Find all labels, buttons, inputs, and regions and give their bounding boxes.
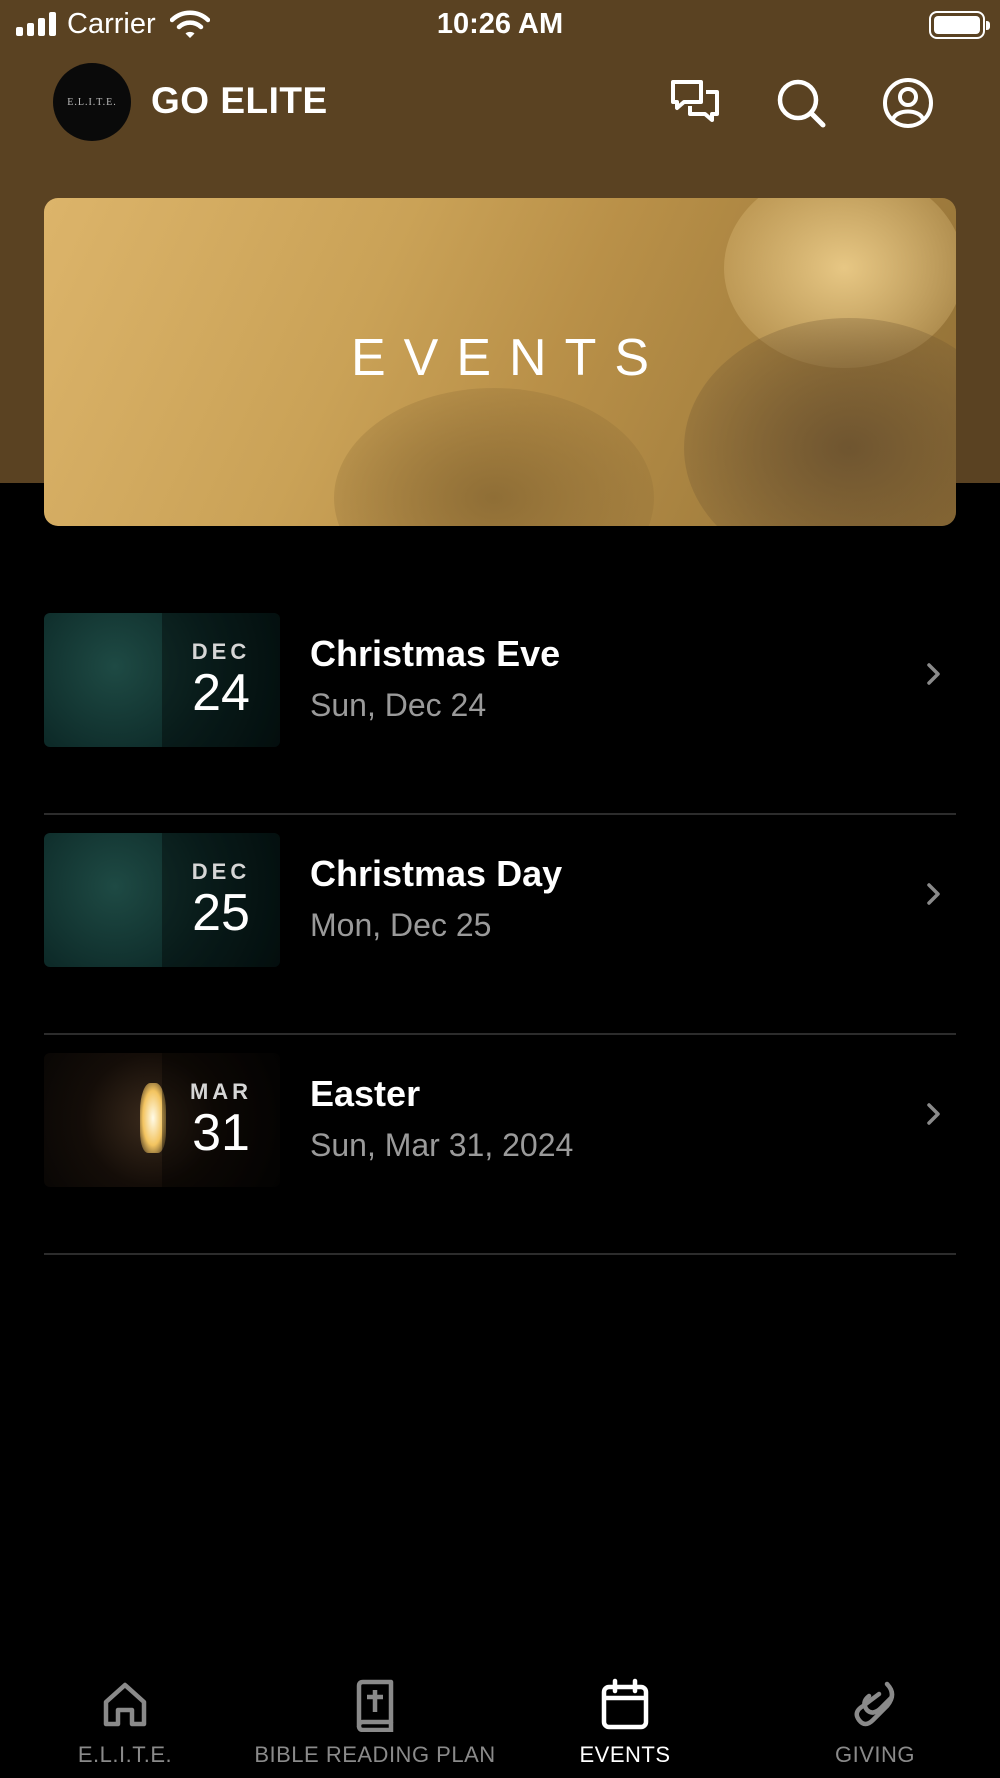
tab-elite[interactable]: E.L.I.T.E. (0, 1660, 250, 1778)
event-date: Mon, Dec 25 (310, 907, 492, 943)
event-date: Sun, Mar 31, 2024 (310, 1127, 574, 1163)
event-thumbnail: DEC 24 (44, 613, 280, 747)
event-row-christmas-eve[interactable]: DEC 24 Christmas Eve Sun, Dec 24 (44, 595, 956, 815)
giving-icon (854, 1681, 895, 1727)
chevron-right-icon (927, 883, 940, 905)
event-title: Christmas Eve (310, 633, 561, 674)
event-row-easter[interactable]: MAR 31 Easter Sun, Mar 31, 2024 (44, 1035, 956, 1255)
events-banner: EVENTS (44, 198, 956, 526)
event-day: 31 (192, 1104, 250, 1162)
event-month: DEC (191, 859, 251, 884)
event-title: Easter (310, 1073, 421, 1114)
chevron-right-icon (927, 1103, 940, 1125)
battery-icon (929, 11, 990, 39)
event-date-badge: DEC 24 (162, 613, 280, 747)
event-title: Christmas Day (310, 853, 563, 894)
tab-label: GIVING (834, 1742, 915, 1767)
event-date-badge: MAR 31 (162, 1053, 280, 1187)
status-time: 10:26 AM (436, 8, 564, 40)
tab-giving[interactable]: GIVING (750, 1660, 1000, 1778)
app-logo[interactable]: E.L.I.T.E. (53, 63, 131, 141)
tab-label: E.L.I.T.E. (77, 1742, 173, 1767)
search-icon[interactable] (774, 76, 828, 130)
home-icon (103, 1682, 147, 1727)
event-day: 24 (192, 664, 250, 722)
tab-label: BIBLE READING PLAN (254, 1742, 496, 1767)
bible-icon (356, 1679, 394, 1732)
status-bar: Carrier 10:26 AM (0, 0, 1000, 50)
chat-icon[interactable] (668, 76, 722, 130)
banner-title: EVENTS (350, 329, 668, 387)
logo-text: E.L.I.T.E. (67, 96, 117, 108)
app-title: GO ELITE (151, 80, 328, 121)
event-thumbnail: DEC 25 (44, 833, 280, 967)
event-month: DEC (191, 639, 251, 664)
chevron-right-icon (927, 663, 940, 685)
profile-icon[interactable] (881, 76, 935, 130)
event-thumbnail: MAR 31 (44, 1053, 280, 1187)
tab-bar: E.L.I.T.E. BIBLE READING PLAN EVENTS GIV… (0, 1660, 1000, 1778)
tab-label: EVENTS (579, 1742, 671, 1767)
calendar-icon (601, 1678, 649, 1730)
event-month: MAR (189, 1079, 253, 1104)
event-date-badge: DEC 25 (162, 833, 280, 967)
event-list: DEC 24 Christmas Eve Sun, Dec 24 DEC 25 … (44, 595, 956, 1255)
event-row-christmas-day[interactable]: DEC 25 Christmas Day Mon, Dec 25 (44, 815, 956, 1035)
event-day: 25 (192, 884, 250, 942)
tab-events[interactable]: EVENTS (500, 1660, 750, 1778)
event-date: Sun, Dec 24 (310, 687, 487, 723)
tab-bible-reading-plan[interactable]: BIBLE READING PLAN (250, 1660, 500, 1778)
